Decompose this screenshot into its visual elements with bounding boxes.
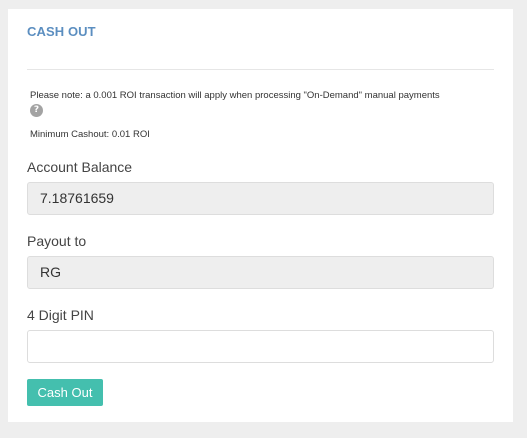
transaction-note: Please note: a 0.001 ROI transaction wil… bbox=[30, 90, 440, 101]
payout-to-field: RG bbox=[27, 256, 494, 289]
cash-out-panel: CASH OUT Please note: a 0.001 ROI transa… bbox=[8, 9, 513, 422]
minimum-cashout-text: Minimum Cashout: 0.01 ROI bbox=[30, 129, 150, 140]
payout-to-label: Payout to bbox=[27, 233, 87, 249]
account-balance-label: Account Balance bbox=[27, 159, 133, 175]
account-balance-field: 7.18761659 bbox=[27, 182, 494, 215]
pin-label: 4 Digit PIN bbox=[27, 307, 94, 323]
divider bbox=[27, 69, 494, 70]
pin-input[interactable] bbox=[27, 330, 494, 363]
panel-title: CASH OUT bbox=[27, 24, 96, 39]
cash-out-button[interactable]: Cash Out bbox=[27, 379, 103, 406]
question-circle-icon[interactable]: ? bbox=[30, 104, 43, 117]
